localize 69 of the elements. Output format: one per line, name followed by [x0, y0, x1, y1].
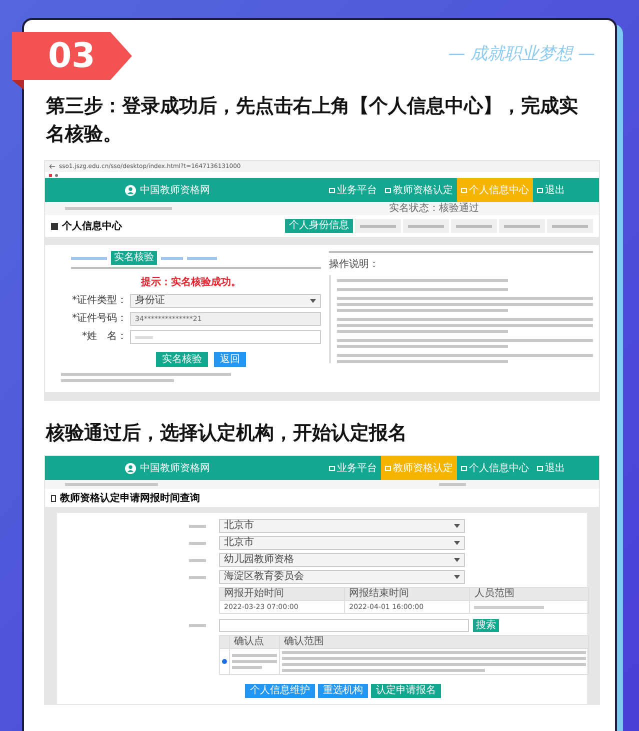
form-button[interactable]: 实名核验: [156, 352, 208, 367]
confirm-point-input[interactable]: [219, 619, 469, 632]
action-button[interactable]: 个人信息维护: [245, 684, 315, 698]
step-heading: 核验通过后，选择认定机构，开始认定报名: [44, 421, 408, 446]
field-label: *姓 名：: [81, 332, 127, 342]
verification-status: 实名状态：核验通过: [389, 204, 479, 214]
nav-link[interactable]: 个人信息中心: [457, 178, 533, 202]
user-logo-icon: [125, 462, 136, 474]
step-heading: 第三步：登录成功后，先点击右上角【个人信息中心】，完成实名核验。: [44, 94, 579, 147]
caret-icon: [310, 299, 316, 303]
success-notice: 提示：实名核验成功。: [141, 275, 242, 290]
info-tab[interactable]: [451, 219, 497, 233]
column-header: 人员范围: [470, 588, 588, 600]
monitor-icon: [461, 188, 467, 192]
site-name: 中国教师资格网: [140, 184, 210, 198]
nav-link[interactable]: 退出: [533, 456, 569, 480]
info-tab[interactable]: [355, 219, 401, 233]
monitor-icon: [329, 466, 335, 470]
cell-text-drawing: [232, 654, 277, 669]
option-select[interactable]: 海淀区教育委员会: [219, 570, 465, 584]
site-name: 中国教师资格网: [140, 462, 210, 476]
field-label: *证件号码：: [71, 314, 127, 324]
info-tab[interactable]: [547, 219, 593, 233]
monitor-icon: [385, 188, 391, 192]
nav-link[interactable]: 退出: [533, 178, 569, 202]
instructions-title: 操作说明：: [329, 258, 380, 272]
action-button[interactable]: 认定申请报名: [371, 684, 441, 698]
option-select[interactable]: 北京市: [219, 536, 465, 550]
caret-icon: [454, 524, 460, 528]
option-select[interactable]: 幼儿园教师资格: [219, 553, 465, 567]
monitor-icon: [329, 188, 335, 192]
id-card-icon: [51, 222, 58, 230]
monitor-icon: [537, 188, 543, 192]
info-tab[interactable]: 个人身份信息: [285, 219, 353, 233]
column-header: 网报开始时间: [220, 588, 345, 600]
nav-link[interactable]: 业务平台: [325, 178, 381, 202]
monitor-icon: [461, 466, 467, 470]
page-title: 教师资格认定申请网报时间查询: [60, 491, 200, 506]
document-icon: [51, 494, 56, 502]
back-arrow-icon: [49, 164, 55, 169]
field-label: *证件类型：: [71, 296, 127, 306]
caret-icon: [454, 541, 460, 545]
document-type-select[interactable]: 身份证: [130, 294, 321, 308]
radio-button[interactable]: [222, 659, 227, 664]
column-header: 网报结束时间: [344, 588, 470, 600]
info-tab[interactable]: [403, 219, 449, 233]
nav-link[interactable]: 业务平台: [325, 456, 381, 480]
action-button[interactable]: 重选机构: [318, 684, 368, 698]
info-tab[interactable]: [499, 219, 545, 233]
input-field[interactable]: [130, 330, 321, 344]
column-header: 确认范围: [280, 636, 588, 648]
apps-icon: [49, 174, 52, 176]
form-button[interactable]: 返回: [214, 352, 246, 367]
monitor-icon: [537, 466, 543, 470]
monitor-icon: [385, 466, 391, 470]
bookmark-icon: [55, 174, 58, 176]
caret-icon: [454, 575, 460, 579]
search-button[interactable]: 搜索: [473, 619, 499, 632]
nav-link[interactable]: 个人信息中心: [457, 456, 533, 480]
option-select[interactable]: 北京市: [219, 519, 465, 533]
step-badge: 03: [12, 32, 132, 80]
sub-tab[interactable]: 实名核验: [111, 251, 157, 265]
slogan: — 成就职业梦想 —: [448, 43, 595, 66]
nav-link[interactable]: 教师资格认定: [381, 178, 457, 202]
page-title: 个人信息中心: [62, 219, 122, 234]
nav-link[interactable]: 教师资格认定: [381, 456, 457, 480]
column-header: 确认点: [230, 636, 280, 648]
user-logo-icon: [125, 184, 136, 196]
caret-icon: [454, 558, 460, 562]
